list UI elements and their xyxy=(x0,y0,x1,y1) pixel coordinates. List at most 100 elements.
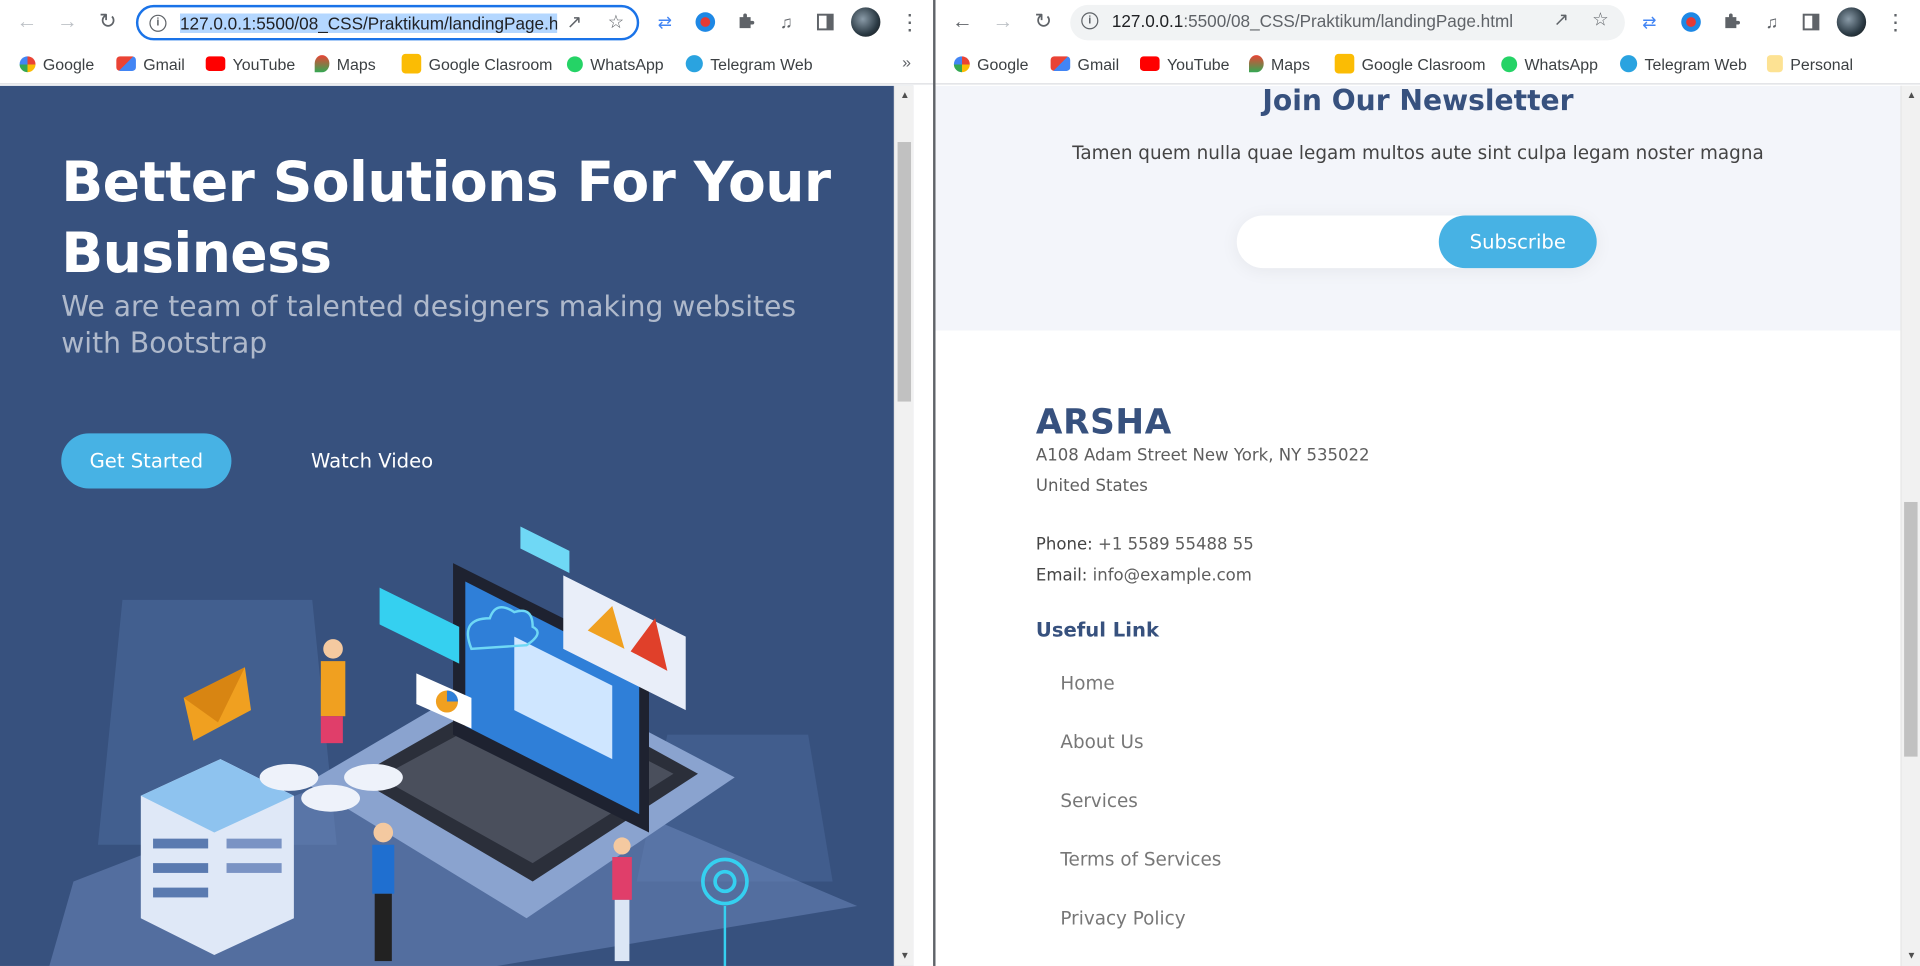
google-icon xyxy=(953,55,970,72)
side-panel-icon[interactable] xyxy=(1799,10,1823,34)
scroll-up-arrow-icon[interactable]: ▲ xyxy=(895,86,915,106)
extension-circle-icon[interactable] xyxy=(693,10,717,34)
footer-link-terms[interactable]: Terms of Services xyxy=(1060,840,1221,899)
bookmark-google-classroom[interactable]: Google Clasroom xyxy=(401,53,552,75)
forward-button[interactable]: → xyxy=(989,9,1016,36)
google-icon xyxy=(19,55,36,72)
bookmark-whatsapp[interactable]: WhatsApp xyxy=(1501,53,1598,75)
email-label: Email: xyxy=(1035,565,1088,585)
bookmark-whatsapp[interactable]: WhatsApp xyxy=(566,53,664,75)
footer-address: A108 Adam Street New York, NY 535022 Uni… xyxy=(1035,445,1370,496)
address-bar[interactable]: i 127.0.0.1:5500/08_CSS/Praktikum/landin… xyxy=(135,4,640,41)
media-control-icon[interactable]: ♫ xyxy=(774,10,798,34)
scroll-thumb[interactable] xyxy=(897,142,912,402)
extensions-puzzle-icon[interactable] xyxy=(733,10,757,34)
site-info-icon[interactable]: i xyxy=(149,14,167,32)
bookmark-star-icon[interactable]: ☆ xyxy=(605,12,627,34)
bookmark-telegram[interactable]: Telegram Web xyxy=(1620,53,1747,75)
bookmark-youtube[interactable]: YouTube xyxy=(1140,53,1230,75)
back-button[interactable]: ← xyxy=(949,9,976,36)
newsletter-title: Join Our Newsletter xyxy=(1262,85,1574,118)
page-viewport-left: Better Solutions For Your Business We ar… xyxy=(0,85,933,966)
useful-links-list: Home About Us Services Terms of Services… xyxy=(1060,664,1221,958)
bookmark-maps[interactable]: Maps xyxy=(1248,53,1310,75)
share-icon[interactable]: ↗ xyxy=(563,12,585,34)
footer-link-services[interactable]: Services xyxy=(1060,781,1221,840)
side-panel-icon[interactable] xyxy=(813,10,837,34)
newsletter-email-input[interactable] xyxy=(1251,225,1436,259)
scroll-thumb[interactable] xyxy=(1904,501,1918,757)
hero-title: Better Solutions For Your Business xyxy=(61,149,831,286)
address-bar[interactable]: i 127.0.0.1:5500/08_CSS/Praktikum/landin… xyxy=(1070,4,1625,41)
subscribe-button[interactable]: Subscribe xyxy=(1438,215,1597,269)
site-info-icon[interactable]: i xyxy=(1081,12,1099,30)
reload-button[interactable]: ↻ xyxy=(94,9,121,36)
footer-brand: ARSHA xyxy=(1035,401,1172,442)
menu-kebab-icon[interactable]: ⋮ xyxy=(899,10,921,34)
newsletter-section: Join Our Newsletter Tamen quem nulla qua… xyxy=(935,85,1901,331)
bookmark-google[interactable]: Google xyxy=(953,53,1028,75)
media-control-icon[interactable]: ♫ xyxy=(1760,10,1784,34)
browser-toolbar: ← → ↻ i 127.0.0.1:5500/08_CSS/Praktikum/… xyxy=(0,0,934,45)
menu-kebab-icon[interactable]: ⋮ xyxy=(1885,10,1907,34)
telegram-icon xyxy=(1620,55,1638,73)
email-value: info@example.com xyxy=(1092,565,1252,585)
browser-window-right: ← → ↻ i 127.0.0.1:5500/08_CSS/Praktikum/… xyxy=(935,0,1920,966)
whatsapp-icon xyxy=(1501,55,1518,72)
scroll-down-arrow-icon[interactable]: ▼ xyxy=(1902,946,1920,966)
footer-link-privacy[interactable]: Privacy Policy xyxy=(1060,899,1221,958)
youtube-icon xyxy=(205,56,226,72)
page-scrollbar-right[interactable]: ▲ ▼ xyxy=(1900,85,1920,966)
get-started-button[interactable]: Get Started xyxy=(61,433,232,489)
footer-link-home[interactable]: Home xyxy=(1060,664,1221,723)
bookmark-youtube[interactable]: YouTube xyxy=(205,53,295,75)
phone-label: Phone: xyxy=(1035,535,1093,555)
extensions-puzzle-icon[interactable] xyxy=(1719,10,1743,34)
bookmark-google[interactable]: Google xyxy=(19,53,94,75)
translate-extension-icon[interactable]: ⇄ xyxy=(653,10,677,34)
translate-extension-icon[interactable]: ⇄ xyxy=(1637,10,1661,34)
bookmark-star-icon[interactable]: ☆ xyxy=(1589,10,1611,32)
reload-button[interactable]: ↻ xyxy=(1030,9,1057,36)
bookmark-google-classroom[interactable]: Google Clasroom xyxy=(1334,53,1486,75)
profile-avatar[interactable] xyxy=(1836,7,1867,37)
bookmark-gmail[interactable]: Gmail xyxy=(116,53,185,75)
gmail-icon xyxy=(116,56,136,72)
back-button[interactable]: ← xyxy=(13,9,40,36)
phone-value: +1 5589 55488 55 xyxy=(1097,535,1254,555)
hero-subtitle: We are team of talented designers making… xyxy=(61,291,797,360)
scroll-down-arrow-icon[interactable]: ▼ xyxy=(895,946,915,966)
telegram-icon xyxy=(685,55,703,73)
footer-contact: Phone: +1 5589 55488 55 Email: info@exam… xyxy=(1036,530,1254,590)
bookmark-maps[interactable]: Maps xyxy=(314,53,376,75)
footer-link-about-us[interactable]: About Us xyxy=(1060,722,1221,781)
youtube-icon xyxy=(1140,56,1160,72)
more-bookmarks-icon[interactable]: » xyxy=(902,53,911,71)
newsletter-text: Tamen quem nulla quae legam multos aute … xyxy=(1072,142,1764,165)
browser-window-left: ← → ↻ i 127.0.0.1:5500/08_CSS/Praktikum/… xyxy=(0,0,934,966)
watch-video-link[interactable]: Watch Video xyxy=(311,433,433,488)
browser-toolbar: ← → ↻ i 127.0.0.1:5500/08_CSS/Praktikum/… xyxy=(935,0,1920,45)
gmail-icon xyxy=(1050,56,1071,72)
bookmark-telegram[interactable]: Telegram Web xyxy=(685,53,813,75)
bookmark-folder-personal[interactable]: Personal xyxy=(1766,53,1853,75)
bookmarks-bar: Google Gmail YouTube Maps Google Clasroo… xyxy=(0,44,934,85)
footer-section: ARSHA A108 Adam Street New York, NY 5350… xyxy=(935,330,1901,966)
forward-button[interactable]: → xyxy=(54,9,81,36)
url-text[interactable]: 127.0.0.1:5500/08_CSS/Praktikum/landingP… xyxy=(1112,11,1528,31)
newsletter-form: Subscribe xyxy=(1236,215,1597,269)
share-icon[interactable]: ↗ xyxy=(1550,10,1572,32)
page-viewport-right: Join Our Newsletter Tamen quem nulla qua… xyxy=(935,85,1920,966)
classroom-icon xyxy=(401,53,422,74)
extension-circle-icon[interactable] xyxy=(1679,10,1703,34)
folder-icon xyxy=(1766,55,1783,73)
bookmarks-bar: Google Gmail YouTube Maps Google Clasroo… xyxy=(935,44,1920,85)
url-text[interactable]: 127.0.0.1:5500/08_CSS/Praktikum/landingP… xyxy=(180,13,558,34)
bookmark-gmail[interactable]: Gmail xyxy=(1050,53,1119,75)
scroll-up-arrow-icon[interactable]: ▲ xyxy=(1902,86,1920,106)
profile-avatar[interactable] xyxy=(851,7,881,37)
page-scrollbar-left[interactable]: ▲ ▼ xyxy=(893,85,915,966)
classroom-icon xyxy=(1334,53,1355,74)
hero-illustration xyxy=(49,526,858,966)
hero-section: Better Solutions For Your Business We ar… xyxy=(0,85,914,966)
